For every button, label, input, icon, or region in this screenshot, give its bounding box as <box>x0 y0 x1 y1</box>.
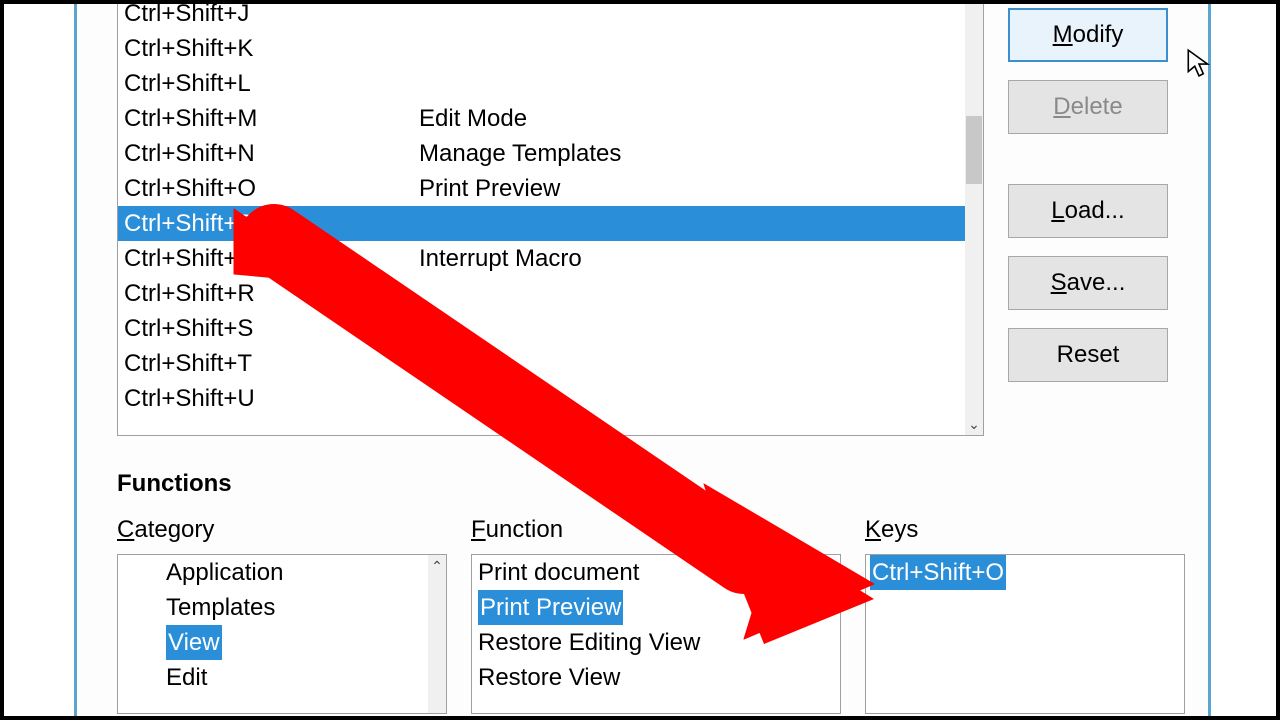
shortcut-row[interactable]: Ctrl+Shift+MEdit Mode <box>118 101 965 136</box>
shortcut-key: Ctrl+Shift+M <box>124 101 419 136</box>
shortcut-row[interactable]: Ctrl+Shift+J <box>118 0 965 31</box>
save-button-label: Save... <box>1051 269 1126 297</box>
category-label: Category <box>117 516 447 544</box>
delete-button[interactable]: Delete <box>1008 80 1168 134</box>
shortcut-command <box>419 346 965 381</box>
save-button[interactable]: Save... <box>1008 256 1168 310</box>
shortcut-row[interactable]: Ctrl+Shift+L <box>118 66 965 101</box>
shortcut-command <box>419 381 965 416</box>
shortcut-key: Ctrl+Shift+P <box>124 206 419 241</box>
shortcut-key: Ctrl+Shift+R <box>124 276 419 311</box>
shortcut-row[interactable]: Ctrl+Shift+R <box>118 276 965 311</box>
cursor-icon <box>1186 48 1212 78</box>
load-button-label: Load... <box>1051 197 1124 225</box>
keys-column: Keys Ctrl+Shift+O <box>865 516 1185 714</box>
scroll-up-icon[interactable]: ⌃ <box>428 555 446 577</box>
keys-label: Keys <box>865 516 1185 544</box>
reset-button[interactable]: Reset <box>1008 328 1168 382</box>
function-label: Function <box>471 516 841 544</box>
function-item-label: Restore Editing View <box>478 625 700 660</box>
shortcut-command <box>419 0 965 31</box>
keys-item[interactable]: Ctrl+Shift+O <box>866 555 1184 590</box>
shortcut-key: Ctrl+Shift+N <box>124 136 419 171</box>
shortcut-row[interactable]: Ctrl+Shift+SAs <box>118 311 965 346</box>
shortcut-keys-listbox[interactable]: Ctrl+Shift+JCtrl+Shift+KCtrl+Shift+LCtrl… <box>117 0 984 436</box>
shortcut-command: Edit Mode <box>419 101 965 136</box>
category-item[interactable]: Edit <box>118 660 446 695</box>
shortcut-key: Ctrl+Shift+T <box>124 346 419 381</box>
modify-button-label: Modify <box>1053 21 1124 49</box>
category-item[interactable]: Application <box>118 555 446 590</box>
shortcut-key: Ctrl+Shift+L <box>124 66 419 101</box>
shortcut-command <box>419 206 965 241</box>
dialog-frame: Ctrl+Shift+JCtrl+Shift+KCtrl+Shift+LCtrl… <box>0 0 1280 720</box>
shortcut-key: Ctrl+Shift+J <box>124 0 419 31</box>
dialog-content: Ctrl+Shift+JCtrl+Shift+KCtrl+Shift+LCtrl… <box>74 0 1211 720</box>
button-column: Modify Delete Load... Save... Reset <box>1008 0 1168 382</box>
shortcut-command: Manage Templates <box>419 136 965 171</box>
category-item[interactable]: View <box>118 625 446 660</box>
shortcut-key: Ctrl+Shift+S <box>124 311 419 346</box>
functions-section-label: Functions <box>117 470 1168 498</box>
function-item[interactable]: Restore Editing View <box>472 625 840 660</box>
shortcut-key: Ctrl+Shift+U <box>124 381 419 416</box>
function-item-label: Restore View <box>478 660 620 695</box>
category-item[interactable]: Templates <box>118 590 446 625</box>
shortcut-command: Interrupt Macro <box>419 241 965 276</box>
function-item-label: Print document <box>478 555 639 590</box>
category-item-label: Templates <box>166 590 275 625</box>
shortcut-key: Ctrl+Shift+K <box>124 31 419 66</box>
category-column: Category ApplicationTemplatesViewEdit ⌃ <box>117 516 447 714</box>
shortcut-row[interactable]: Ctrl+Shift+U <box>118 381 965 416</box>
scroll-down-icon[interactable]: ⌄ <box>965 413 983 435</box>
category-item-label: Application <box>166 555 283 590</box>
keys-listbox[interactable]: Ctrl+Shift+O <box>865 554 1185 714</box>
shortcut-row[interactable]: Ctrl+Shift+K <box>118 31 965 66</box>
top-area: Ctrl+Shift+JCtrl+Shift+KCtrl+Shift+LCtrl… <box>117 0 1168 436</box>
modify-button[interactable]: Modify <box>1008 8 1168 62</box>
shortcut-key: Ctrl+Shift+O <box>124 171 419 206</box>
function-item[interactable]: Print Preview <box>472 590 840 625</box>
shortcut-row[interactable]: Ctrl+Shift+NManage Templates <box>118 136 965 171</box>
shortcut-row[interactable]: Ctrl+Shift+P <box>118 206 965 241</box>
load-button[interactable]: Load... <box>1008 184 1168 238</box>
delete-button-label: Delete <box>1053 93 1122 121</box>
shortcut-command: As <box>419 311 965 346</box>
shortcut-row[interactable]: Ctrl+Shift+OPrint Preview <box>118 171 965 206</box>
shortcut-row[interactable]: Ctrl+Shift+QInterrupt Macro <box>118 241 965 276</box>
category-item-label: View <box>166 625 222 660</box>
function-listbox[interactable]: Print documentPrint PreviewRestore Editi… <box>471 554 841 714</box>
scrollbar-thumb[interactable] <box>966 116 982 184</box>
shortcut-command <box>419 31 965 66</box>
shortcut-command <box>419 276 965 311</box>
shortcut-key: Ctrl+Shift+Q <box>124 241 419 276</box>
shortcut-scrollbar[interactable]: ⌄ <box>965 0 983 435</box>
shortcut-row[interactable]: Ctrl+Shift+T <box>118 346 965 381</box>
category-item-label: Edit <box>166 660 207 695</box>
keys-item-label: Ctrl+Shift+O <box>870 555 1006 590</box>
function-item[interactable]: Restore View <box>472 660 840 695</box>
shortcut-command <box>419 66 965 101</box>
category-scrollbar[interactable]: ⌃ <box>428 555 446 713</box>
function-item-label: Print Preview <box>478 590 623 625</box>
shortcut-command: Print Preview <box>419 171 965 206</box>
functions-columns: Category ApplicationTemplatesViewEdit ⌃ … <box>117 516 1168 714</box>
reset-button-label: Reset <box>1057 341 1120 369</box>
function-item[interactable]: Print document <box>472 555 840 590</box>
category-listbox[interactable]: ApplicationTemplatesViewEdit ⌃ <box>117 554 447 714</box>
function-column: Function Print documentPrint PreviewRest… <box>471 516 841 714</box>
